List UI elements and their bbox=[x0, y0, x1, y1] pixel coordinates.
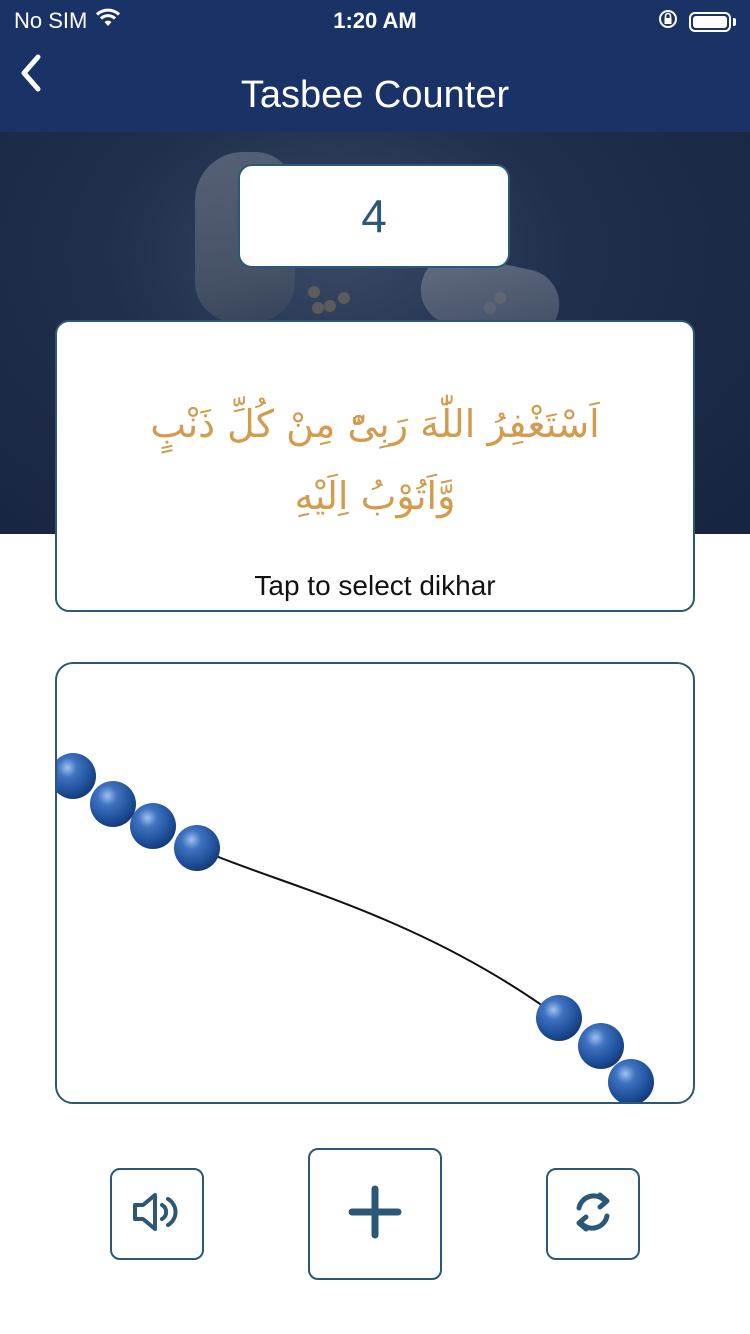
dhikr-hint: Tap to select dikhar bbox=[254, 570, 496, 601]
bead bbox=[174, 825, 220, 871]
bead bbox=[90, 781, 136, 827]
beads-area[interactable] bbox=[55, 662, 695, 1104]
dhikr-line-2: وَّاَتُوْبُ اِلَیْهِ bbox=[294, 474, 456, 518]
plus-icon bbox=[348, 1185, 402, 1244]
bead bbox=[608, 1059, 654, 1102]
status-right bbox=[657, 8, 736, 36]
refresh-icon bbox=[570, 1189, 616, 1240]
sound-toggle-button[interactable] bbox=[110, 1168, 204, 1260]
counter-value: 4 bbox=[361, 190, 387, 242]
battery-tip bbox=[733, 18, 736, 26]
rotation-lock-icon bbox=[657, 8, 679, 36]
bead bbox=[536, 995, 582, 1041]
dhikr-selector[interactable]: اَسْتَغْفِرُ اللّٰهَ رَبِیّْ مِنْ کُلِّ … bbox=[55, 320, 695, 612]
bead bbox=[578, 1023, 624, 1069]
counter-display: 4 bbox=[238, 164, 510, 268]
increment-button[interactable] bbox=[308, 1148, 442, 1280]
bead bbox=[130, 803, 176, 849]
bead bbox=[57, 753, 96, 799]
battery-icon bbox=[689, 12, 731, 32]
speaker-volume-icon bbox=[131, 1192, 183, 1237]
status-time: 1:20 AM bbox=[333, 8, 417, 33]
dhikr-line-1: اَسْتَغْفِرُ اللّٰهَ رَبِیّْ مِنْ کُلِّ … bbox=[150, 402, 600, 446]
page-title: Tasbee Counter bbox=[240, 74, 510, 116]
nav-bar: Tasbee Counter bbox=[0, 40, 750, 132]
dhikr-text: اَسْتَغْفِرُ اللّٰهَ رَبِیّْ مِنْ کُلِّ … bbox=[87, 388, 663, 532]
reset-button[interactable] bbox=[546, 1168, 640, 1260]
status-bar: No SIM 1:20 AM bbox=[0, 0, 750, 40]
beads-string-graphic bbox=[57, 753, 654, 1102]
